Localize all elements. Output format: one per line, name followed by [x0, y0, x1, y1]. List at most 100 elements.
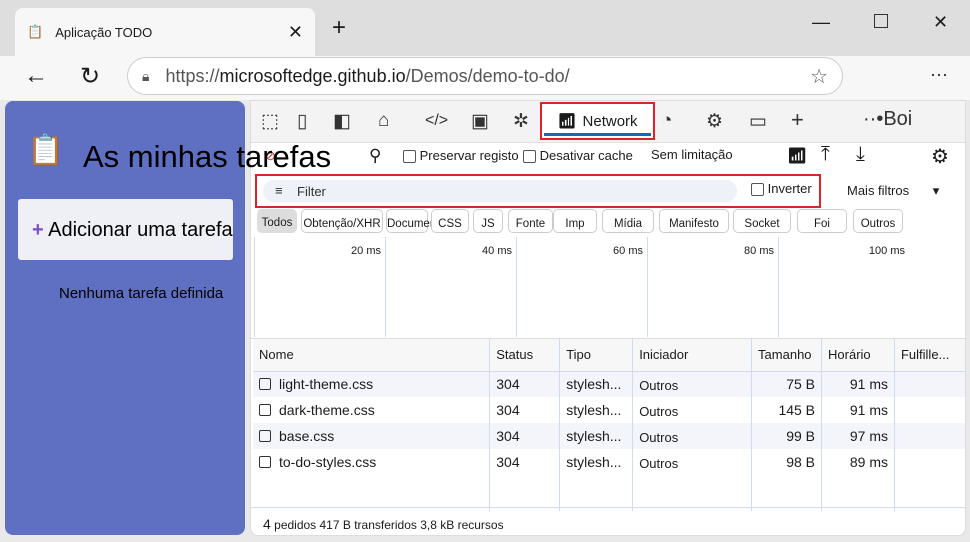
filter-chip-outros[interactable]: Outros: [853, 209, 903, 233]
back-icon[interactable]: ←: [24, 62, 48, 90]
inspect-icon[interactable]: ⬚: [261, 110, 279, 133]
filter-highlight: ≡ Filter Inverter: [255, 174, 821, 208]
cell-size: 99 B: [751, 423, 823, 449]
close-tab-icon[interactable]: ✕: [288, 22, 303, 43]
column-header[interactable]: Iniciador: [632, 339, 753, 372]
cell-type: stylesh...: [559, 449, 634, 475]
filter-chip-documento[interactable]: Documento: [386, 209, 446, 233]
export-har-icon[interactable]: ⤓: [856, 143, 865, 166]
cell-type: stylesh...: [559, 423, 634, 449]
type-text: stylesh...: [566, 454, 622, 470]
elements-icon[interactable]: </>: [425, 112, 448, 130]
address-bar[interactable]: 🔒︎ https://microsoftedge.github.io/Demos…: [127, 57, 843, 95]
cell-name: base.css: [253, 423, 491, 449]
filter-chip-fonte[interactable]: Fonte: [508, 209, 553, 233]
column-header[interactable]: Horário: [821, 339, 895, 372]
filter-chip-manifesto[interactable]: Manifesto: [659, 209, 729, 233]
maximize-icon[interactable]: [874, 14, 888, 28]
filter-chip-obtenoxhr[interactable]: Obtenção/XHR: [301, 209, 383, 233]
search-icon[interactable]: ⚲: [369, 146, 381, 166]
timeline-tick: 20 ms: [254, 237, 385, 337]
more-tools-button[interactable]: ··•Boi: [863, 108, 912, 131]
memory-chip-icon[interactable]: ⚙: [706, 110, 723, 133]
size-text: 98 B: [786, 454, 816, 470]
more-menu-icon[interactable]: ···: [930, 64, 948, 85]
throttling-select[interactable]: Sem limitação: [651, 147, 733, 162]
application-icon[interactable]: ▭: [749, 110, 767, 133]
time-text: 91 ms: [849, 376, 888, 393]
url-prefix: https://: [165, 65, 220, 86]
network-controls: ⊘ ⚲ Preservar registo Desativar cache Se…: [251, 143, 965, 173]
filter-chip-todos[interactable]: Todos: [257, 209, 297, 233]
refresh-icon[interactable]: ↻: [80, 62, 100, 91]
column-header[interactable]: Tipo: [559, 339, 634, 372]
cell-initiator: Outros: [632, 449, 753, 475]
add-task-label: Adicionar uma tarefa: [48, 219, 233, 241]
clipboard-icon: 📋: [27, 24, 44, 39]
status-text: 304: [496, 428, 520, 444]
initiator-text: Outros: [639, 456, 679, 471]
tab-title: Aplicação TODO: [55, 24, 153, 40]
timeline-tick: 100 ms: [778, 237, 909, 337]
invert-checkbox[interactable]: Inverter: [751, 181, 812, 197]
cell-time: 91 ms: [821, 397, 895, 423]
summary-text: pedidos 417 B transferidos 3,8 kB recurs…: [274, 518, 504, 532]
cell-size: 98 B: [751, 449, 823, 475]
console-icon[interactable]: ▣: [471, 110, 489, 133]
add-tool-icon[interactable]: +: [791, 107, 804, 133]
cell-name: dark-theme.css: [253, 397, 491, 423]
requests-table: Nome Status Tipo Iniciador Tamanho Horário Ful…: [253, 339, 965, 511]
filter-chip-mdia[interactable]: Mídia: [602, 209, 654, 233]
minimize-icon[interactable]: —: [812, 12, 830, 33]
filter-chip-foi[interactable]: Foi: [797, 209, 847, 233]
size-text: 75 B: [786, 376, 816, 393]
filter-chip-css[interactable]: CSS: [431, 209, 469, 233]
devtools-panel: ⬚ ▯ ◧ ⌂ </> ▣ ✲ 📶︎ Network ◔ ⚙ ▭ + ··•Boi…: [250, 100, 966, 536]
cell-initiator: Outros: [632, 423, 753, 449]
column-header[interactable]: Tamanho: [751, 339, 823, 372]
filter-chip-js[interactable]: JS: [473, 209, 503, 233]
preserve-log-checkbox[interactable]: Preservar registo: [403, 148, 519, 164]
favorite-star-icon[interactable]: ☆: [810, 64, 828, 89]
filter-chip-socket[interactable]: Socket: [733, 209, 791, 233]
add-task-input[interactable]: + Adicionar uma tarefa: [18, 199, 233, 260]
name-text: to-do-styles.css: [279, 454, 377, 470]
network-tab-label: Network: [582, 112, 638, 130]
time-text: 97 ms: [849, 428, 888, 444]
name-text: base.css: [279, 428, 335, 444]
lock-icon: 🔒︎: [142, 67, 150, 84]
table-row[interactable]: light-theme.css 304 stylesh... Outros 75 B 91…: [253, 371, 965, 397]
column-header[interactable]: Nome: [253, 339, 491, 372]
sources-bug-icon[interactable]: ✲: [513, 110, 529, 133]
welcome-home-icon[interactable]: ⌂: [378, 110, 389, 132]
cell-initiator: Outros: [632, 397, 753, 423]
cell-type: stylesh...: [559, 371, 634, 397]
file-icon: [259, 404, 271, 416]
tab-network[interactable]: 📶︎ Network: [540, 102, 655, 140]
network-conditions-icon[interactable]: 📶︎: [787, 146, 807, 166]
close-window-icon[interactable]: ✕: [933, 12, 948, 33]
table-row[interactable]: dark-theme.css 304 stylesh... Outros 145 B 91…: [253, 397, 965, 423]
table-row[interactable]: base.css 304 stylesh... Outros 99 B 97 ms: [253, 423, 965, 449]
cell-status: 304: [489, 423, 561, 449]
plus-icon: +: [32, 219, 44, 241]
cell-status: 304: [489, 371, 561, 397]
settings-gear-icon[interactable]: ⚙: [931, 144, 949, 169]
import-har-icon[interactable]: ⤒: [821, 143, 830, 166]
more-filters-dropdown[interactable]: Mais filtros ▾: [847, 183, 939, 199]
browser-tab[interactable]: 📋 Aplicação TODO ✕: [15, 8, 315, 56]
filter-chip-imp[interactable]: Imp: [553, 209, 597, 233]
new-tab-icon[interactable]: +: [332, 14, 346, 42]
column-header[interactable]: Status: [489, 339, 561, 372]
dock-icon[interactable]: ◧: [333, 110, 351, 133]
filter-input[interactable]: ≡ Filter: [263, 180, 737, 202]
performance-icon[interactable]: ◔: [661, 110, 672, 132]
empty-message: Nenhuma tarefa definida: [59, 285, 224, 302]
column-header[interactable]: Fulfille...: [894, 339, 965, 372]
resource-type-filters: Todos Obtenção/XHR Documento CSS JS Fonte Imp M…: [251, 209, 965, 237]
table-row[interactable]: to-do-styles.css 304 stylesh... Outros 98 B 8…: [253, 449, 965, 475]
device-emulation-icon[interactable]: ▯: [297, 110, 307, 133]
filter-icon: ≡: [275, 183, 283, 198]
file-icon: [259, 430, 271, 442]
disable-cache-checkbox[interactable]: Desativar cache: [523, 148, 633, 164]
